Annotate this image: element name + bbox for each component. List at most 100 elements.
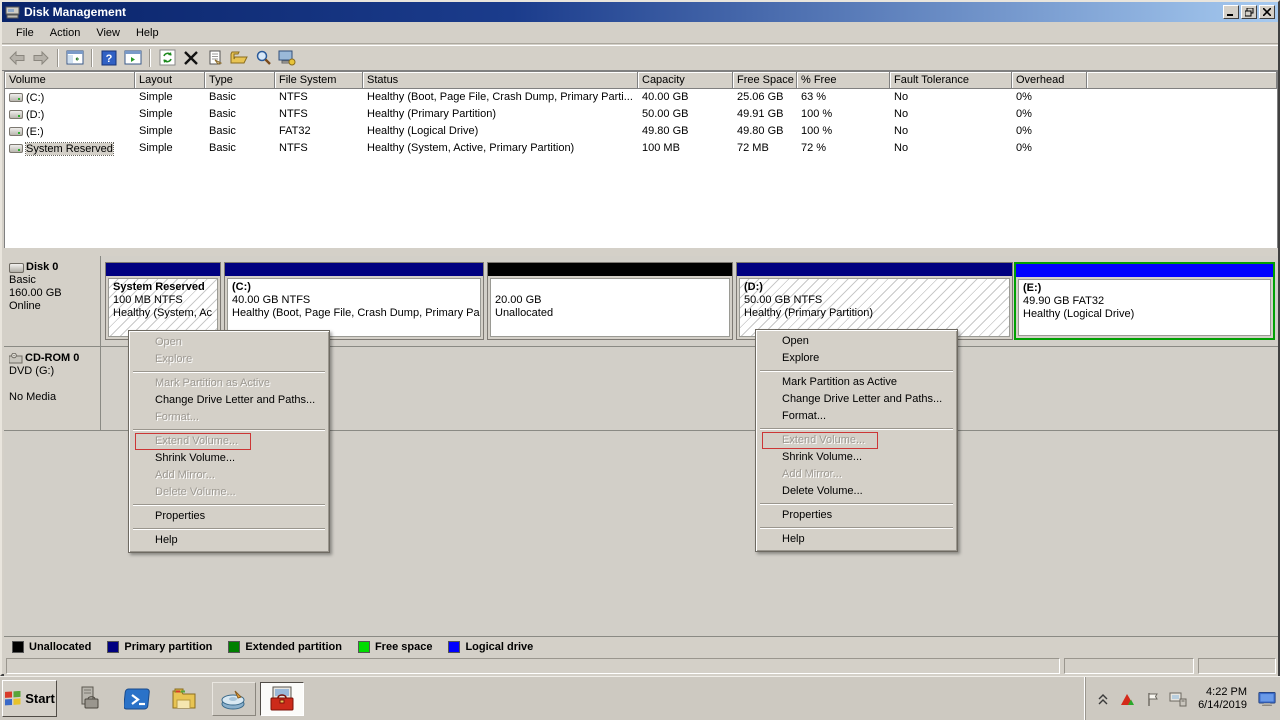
column-header-pct-free[interactable]: % Free (797, 72, 890, 89)
desktop: Disk Management File Action View Help ? (0, 0, 1280, 720)
menu-item-help[interactable]: Help (131, 532, 327, 549)
legend-bar: Unallocated Primary partition Extended p… (4, 636, 1278, 656)
partition-unallocated[interactable]: 20.00 GB Unallocated (487, 262, 733, 340)
tray-clock[interactable]: 4:22 PM 6/14/2019 (1194, 686, 1251, 712)
menu-file[interactable]: File (8, 24, 42, 42)
menu-item-change-drive-letter[interactable]: Change Drive Letter and Paths... (758, 391, 955, 408)
menu-separator (760, 503, 953, 504)
open-folder-icon[interactable] (228, 47, 250, 69)
menu-item-delete-volume[interactable]: Delete Volume... (758, 483, 955, 500)
menu-item-delete-volume[interactable]: Delete Volume... (131, 484, 327, 501)
find-icon[interactable] (252, 47, 274, 69)
column-header-type[interactable]: Type (205, 72, 275, 89)
column-header-filler (1087, 72, 1277, 89)
menu-view[interactable]: View (88, 24, 128, 42)
menu-item-explore[interactable]: Explore (131, 351, 327, 368)
volume-row-e[interactable]: (E:) Simple Basic FAT32 Healthy (Logical… (5, 123, 1277, 140)
properties-icon[interactable] (204, 47, 226, 69)
column-header-overhead[interactable]: Overhead (1012, 72, 1087, 89)
back-arrow-icon[interactable] (6, 47, 28, 69)
menu-action[interactable]: Action (42, 24, 89, 42)
menu-item-format[interactable]: Format... (131, 409, 327, 426)
legend-extended-partition: Extended partition (228, 641, 342, 653)
clock-date: 6/14/2019 (1198, 699, 1247, 712)
minimize-button[interactable] (1223, 5, 1239, 19)
menu-separator (133, 371, 325, 372)
menu-item-help[interactable]: Help (758, 531, 955, 548)
column-header-fault-tolerance[interactable]: Fault Tolerance (890, 72, 1012, 89)
toolbar: ? (2, 45, 1278, 71)
show-desktop-icon[interactable] (1258, 690, 1276, 708)
svg-text:?: ? (106, 53, 113, 65)
menu-bar: File Action View Help (2, 22, 1278, 44)
powershell-icon[interactable] (116, 682, 160, 716)
volume-row-d[interactable]: (D:) Simple Basic NTFS Healthy (Primary … (5, 106, 1277, 123)
disk-utility-icon[interactable] (212, 682, 256, 716)
refresh-icon[interactable] (156, 47, 178, 69)
forward-arrow-icon[interactable] (30, 47, 52, 69)
column-header-file-system[interactable]: File System (275, 72, 363, 89)
partition-system-reserved[interactable]: System Reserved 100 MB NTFS Healthy (Sys… (105, 262, 221, 340)
partition-color-bar (225, 263, 483, 276)
menu-item-add-mirror[interactable]: Add Mirror... (131, 467, 327, 484)
menu-item-shrink-volume[interactable]: Shrink Volume... (131, 450, 327, 467)
menu-item-extend-volume[interactable]: Extend Volume... (758, 432, 955, 449)
server-manager-icon[interactable] (66, 682, 110, 716)
show-action-pane-icon[interactable] (122, 47, 144, 69)
windows-explorer-icon[interactable] (164, 682, 208, 716)
start-button[interactable]: Start (2, 680, 57, 717)
legend-free-space: Free space (358, 641, 432, 653)
tray-expand-chevron-icon[interactable] (1094, 690, 1112, 708)
column-header-layout[interactable]: Layout (135, 72, 205, 89)
column-header-status[interactable]: Status (363, 72, 638, 89)
menu-item-mark-partition-active[interactable]: Mark Partition as Active (758, 374, 955, 391)
restore-button[interactable] (1241, 5, 1257, 19)
legend-swatch (12, 641, 24, 653)
menu-item-add-mirror[interactable]: Add Mirror... (758, 466, 955, 483)
drive-icon (9, 110, 23, 119)
close-button[interactable] (1259, 5, 1275, 19)
menu-item-open[interactable]: Open (131, 334, 327, 351)
menu-item-change-drive-letter[interactable]: Change Drive Letter and Paths... (131, 392, 327, 409)
title-bar[interactable]: Disk Management (2, 2, 1278, 22)
menu-item-explore[interactable]: Explore (758, 350, 955, 367)
menu-item-properties[interactable]: Properties (131, 508, 327, 525)
volume-row-system-reserved[interactable]: System Reserved Simple Basic NTFS Health… (5, 140, 1277, 157)
toolbar-separator (149, 49, 151, 67)
menu-separator (133, 528, 325, 529)
show-console-tree-icon[interactable] (64, 47, 86, 69)
drive-icon (9, 93, 23, 102)
menu-item-mark-partition-active[interactable]: Mark Partition as Active (131, 375, 327, 392)
column-header-volume[interactable]: Volume (5, 72, 135, 89)
cdrom-icon (9, 353, 23, 364)
disk0-label-panel[interactable]: Disk 0 Basic 160.00 GB Online (4, 256, 101, 346)
partition-e[interactable]: (E:) 49.90 GB FAT32 Healthy (Logical Dri… (1014, 262, 1275, 340)
taskbar: Start 4:22 PM 6/14/2019 (0, 676, 1280, 720)
help-icon[interactable]: ? (98, 47, 120, 69)
menu-item-format[interactable]: Format... (758, 408, 955, 425)
clock-time: 4:22 PM (1198, 686, 1247, 699)
delete-icon[interactable] (180, 47, 202, 69)
menu-item-extend-volume[interactable]: Extend Volume... (131, 433, 327, 450)
manage-computer-icon[interactable] (276, 47, 298, 69)
tray-monitor-graph-icon[interactable] (1119, 690, 1137, 708)
computer-management-taskbar-button[interactable] (260, 682, 304, 716)
menu-separator (133, 504, 325, 505)
partition-c[interactable]: (C:) 40.00 GB NTFS Healthy (Boot, Page F… (224, 262, 484, 340)
column-header-free-space[interactable]: Free Space (733, 72, 797, 89)
cdrom-label-panel[interactable]: CD-ROM 0 DVD (G:) No Media (4, 347, 101, 430)
tray-flag-icon[interactable] (1144, 690, 1162, 708)
toolbar-separator (57, 49, 59, 67)
app-icon (5, 6, 20, 19)
menu-help[interactable]: Help (128, 24, 167, 42)
column-header-capacity[interactable]: Capacity (638, 72, 733, 89)
pane-splitter[interactable] (4, 248, 1278, 256)
menu-item-properties[interactable]: Properties (758, 507, 955, 524)
partition-color-bar (1016, 264, 1273, 277)
menu-item-open[interactable]: Open (758, 333, 955, 350)
tray-network-icon[interactable] (1169, 690, 1187, 708)
volume-row-c[interactable]: (C:) Simple Basic NTFS Healthy (Boot, Pa… (5, 89, 1277, 106)
menu-item-shrink-volume[interactable]: Shrink Volume... (758, 449, 955, 466)
drive-icon (9, 127, 23, 136)
legend-swatch (107, 641, 119, 653)
